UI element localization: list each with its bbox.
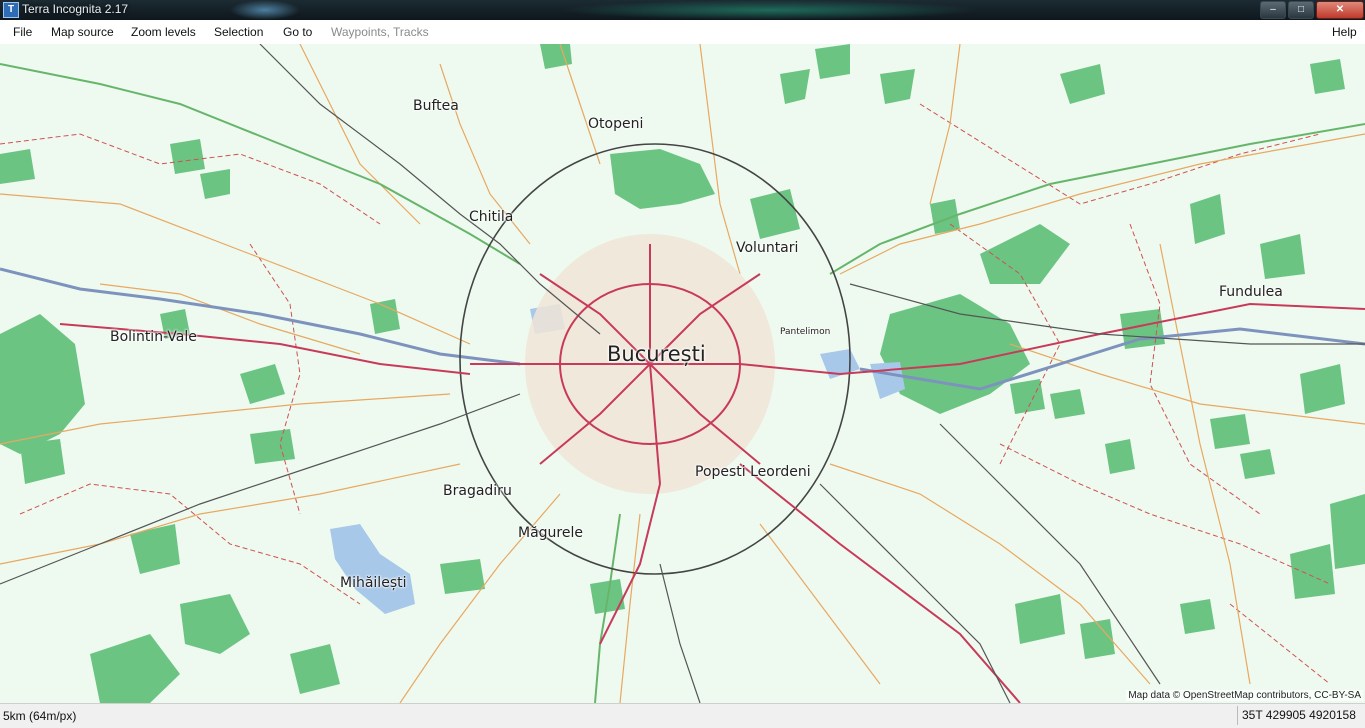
city-label-mihailesti: Mihăilești — [340, 575, 407, 591]
minimize-button[interactable]: – — [1260, 1, 1286, 19]
map-canvas[interactable] — [0, 44, 1365, 703]
city-label-chitila: Chitila — [469, 209, 514, 225]
city-label-buftea: Buftea — [413, 98, 459, 114]
menu-zoom-levels[interactable]: Zoom levels — [131, 25, 196, 39]
menu-selection[interactable]: Selection — [214, 25, 263, 39]
city-label-popesti-leordeni: Popesti Leordeni — [695, 464, 811, 480]
menu-bar: File Map source Zoom levels Selection Go… — [0, 20, 1365, 45]
city-label-bragadiru: Bragadiru — [443, 483, 512, 499]
city-label-bolintin-vale: Bolintin-Vale — [110, 329, 197, 345]
scale-readout: 5km (64m/px) — [3, 709, 77, 723]
city-label-otopeni: Otopeni — [588, 116, 644, 132]
close-button[interactable]: ✕ — [1316, 1, 1364, 19]
coordinate-readout: 35T 429905 4920158 — [1237, 706, 1363, 725]
menu-file[interactable]: File — [13, 25, 32, 39]
title-bar: T Terra Incognita 2.17 – □ ✕ — [0, 0, 1365, 20]
map-view[interactable]: Buftea Otopeni Chitila Voluntari Fundule… — [0, 44, 1365, 703]
city-label-fundulea: Fundulea — [1219, 284, 1283, 300]
city-label-magurele: Măgurele — [518, 525, 583, 541]
map-attribution: Map data © OpenStreetMap contributors, C… — [1126, 690, 1363, 701]
status-bar: 5km (64m/px) 35T 429905 4920158 — [0, 703, 1365, 728]
menu-help[interactable]: Help — [1332, 25, 1357, 39]
window-title: Terra Incognita 2.17 — [22, 2, 129, 16]
maximize-button[interactable]: □ — [1288, 1, 1314, 19]
city-label-bucuresti: București — [607, 342, 706, 366]
city-label-pantelimon: Pantelimon — [780, 327, 831, 337]
city-label-voluntari: Voluntari — [736, 240, 799, 256]
menu-waypoints-tracks[interactable]: Waypoints, Tracks — [331, 25, 429, 39]
menu-map-source[interactable]: Map source — [51, 25, 114, 39]
app-icon: T — [3, 2, 19, 18]
menu-go-to[interactable]: Go to — [283, 25, 312, 39]
river — [0, 267, 521, 366]
